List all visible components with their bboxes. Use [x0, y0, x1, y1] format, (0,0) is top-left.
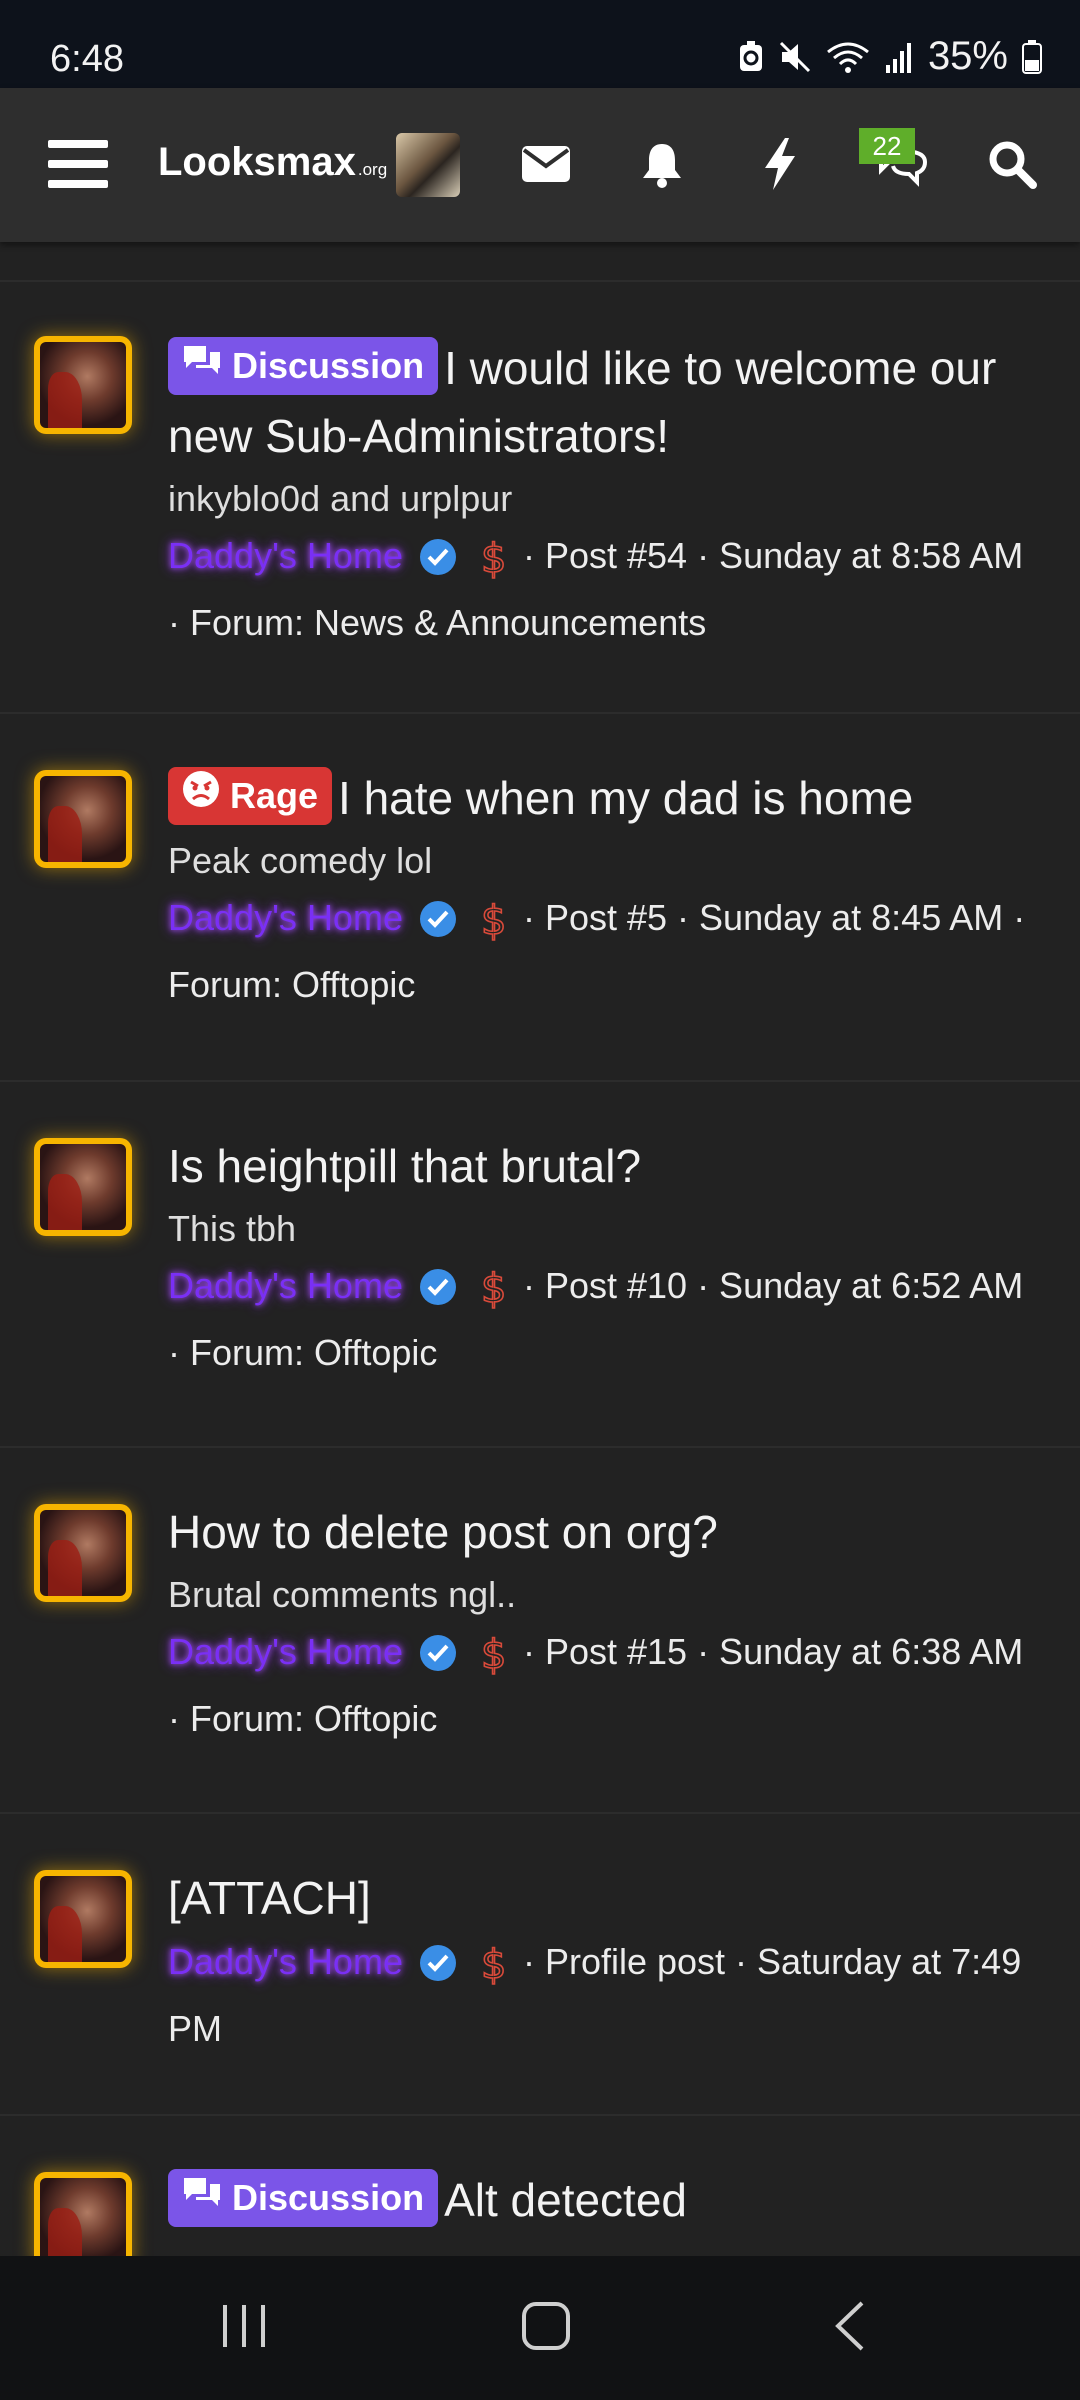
discussion-prefix-badge: Discussion — [168, 2169, 439, 2227]
verified-icon — [419, 1942, 457, 1997]
username-link[interactable]: Daddy's Home — [168, 535, 403, 576]
home-button[interactable] — [514, 2298, 578, 2358]
verified-icon — [419, 1632, 457, 1687]
discussion-prefix-badge: Discussion — [168, 337, 439, 395]
svg-text:$: $ — [481, 536, 506, 580]
battery-icon — [1022, 39, 1042, 74]
thread-title[interactable]: Is heightpill that brutal? — [168, 1132, 1040, 1200]
username-link[interactable]: Daddy's Home — [168, 897, 403, 938]
poster-avatar[interactable] — [40, 776, 126, 862]
feed-item-body: Is heightpill that brutal? This tbh Dadd… — [168, 1132, 1040, 1380]
dollar-icon: $ — [475, 534, 511, 595]
dollar-icon: $ — [475, 1940, 511, 2001]
user-avatar[interactable] — [396, 133, 460, 197]
feed-item[interactable]: Discussion I would like to welcome our n… — [0, 282, 1080, 714]
back-icon — [832, 2300, 868, 2357]
post-snippet: This tbh — [168, 1208, 297, 1249]
angry-face-icon — [182, 767, 220, 825]
battery-percent: 35% — [927, 34, 1008, 78]
thread-title-text: [ATTACH] — [168, 1872, 371, 1924]
app-header: Looksmax .org 22 — [0, 88, 1080, 242]
wifi-icon — [826, 40, 870, 74]
thread-title[interactable]: Rage I hate when my dad is home — [168, 764, 1040, 832]
poster-avatar[interactable] — [40, 1876, 126, 1962]
status-bar: 6:48 35% — [0, 0, 1080, 88]
svg-text:$: $ — [481, 1632, 506, 1676]
poster-avatar[interactable] — [40, 342, 126, 428]
recents-button[interactable] — [212, 2298, 276, 2358]
status-time: 6:48 — [50, 38, 124, 80]
search-button[interactable] — [980, 130, 1044, 202]
logo-suffix: .org — [357, 160, 388, 179]
status-icons: 35% — [738, 34, 1042, 79]
post-meta: Daddy's Home $ · Post #54 · Sunday at 8:58… — [168, 528, 1040, 650]
back-button[interactable] — [818, 2298, 882, 2358]
thread-title[interactable]: [ATTACH] — [168, 1864, 1040, 1932]
username-link[interactable]: Daddy's Home — [168, 1265, 403, 1306]
thread-title-text: How to delete post on org? — [168, 1506, 718, 1558]
mail-icon — [522, 145, 570, 187]
thread-title[interactable]: Discussion I would like to welcome our n… — [168, 334, 1040, 470]
post-snippet: Peak comedy lol — [168, 840, 433, 881]
thread-title[interactable]: How to delete post on org? — [168, 1498, 1040, 1566]
svg-text:$: $ — [481, 1266, 506, 1310]
system-nav-bar — [0, 2256, 1080, 2400]
dollar-icon: $ — [475, 896, 511, 957]
home-icon — [521, 2301, 571, 2356]
thread-title-text: Is heightpill that brutal? — [168, 1140, 642, 1192]
logo-text: Looksmax — [158, 140, 356, 184]
username-link[interactable]: Daddy's Home — [168, 1631, 403, 1672]
signal-icon — [884, 41, 914, 73]
feed-item[interactable]: Is heightpill that brutal? This tbh Dadd… — [0, 1082, 1080, 1448]
site-logo[interactable]: Looksmax .org — [158, 140, 387, 185]
thread-title-text: Alt detected — [444, 2174, 687, 2226]
prefix-label: Discussion — [232, 2177, 425, 2218]
mute-icon — [778, 40, 812, 74]
verified-icon — [419, 536, 457, 591]
prefix-label: Discussion — [232, 345, 425, 386]
dollar-icon: $ — [475, 1630, 511, 1691]
search-icon — [987, 139, 1037, 194]
post-meta: Daddy's Home $ · Profile post · Saturday a… — [168, 1934, 1040, 2056]
discussion-icon — [182, 2169, 222, 2227]
feed-item-body: How to delete post on org? Brutal commen… — [168, 1498, 1040, 1746]
inbox-button[interactable] — [514, 130, 578, 202]
thread-title[interactable]: Discussion Alt detected — [168, 2166, 1040, 2234]
thread-title-text: I hate when my dad is home — [338, 772, 914, 824]
bolt-icon — [763, 137, 797, 195]
alerts-button[interactable] — [630, 130, 694, 202]
svg-text:$: $ — [481, 898, 506, 942]
recents-icon — [219, 2303, 269, 2354]
prefix-label: Rage — [230, 775, 319, 816]
recycle-battery-icon — [738, 40, 764, 73]
feed-item[interactable]: How to delete post on org? Brutal commen… — [0, 1448, 1080, 1814]
dollar-icon: $ — [475, 1264, 511, 1325]
username-link[interactable]: Daddy's Home — [168, 1941, 403, 1982]
menu-button[interactable] — [40, 130, 116, 202]
poster-avatar[interactable] — [40, 1144, 126, 1230]
conversations-count-badge: 22 — [859, 128, 915, 164]
post-snippet: Brutal comments ngl.. — [168, 1574, 517, 1615]
post-meta: Daddy's Home $ · Post #5 · Sunday at 8:45 … — [168, 890, 1040, 1012]
bell-icon — [640, 140, 684, 193]
verified-icon — [419, 898, 457, 953]
rage-prefix-badge: Rage — [168, 767, 333, 825]
feed-item-body: [ATTACH] Daddy's Home $ · Profile post · S… — [168, 1864, 1040, 2056]
post-snippet: inkyblo0d and urplpur — [168, 478, 513, 519]
verified-icon — [419, 1266, 457, 1321]
post-meta: Daddy's Home $ · Post #10 · Sunday at 6:52… — [168, 1258, 1040, 1380]
activity-feed: Discussion I would like to welcome our n… — [0, 282, 1080, 2316]
feed-item-body: Rage I hate when my dad is home Peak com… — [168, 764, 1040, 1012]
poster-avatar[interactable] — [40, 1510, 126, 1596]
feed-item[interactable]: [ATTACH] Daddy's Home $ · Profile post · S… — [0, 1814, 1080, 2116]
discussion-icon — [182, 337, 222, 395]
menu-icon — [48, 138, 108, 195]
feed-item-body: Discussion I would like to welcome our n… — [168, 334, 1040, 650]
whats-new-button[interactable] — [748, 130, 812, 202]
poster-avatar[interactable] — [40, 2178, 126, 2264]
svg-text:$: $ — [481, 1942, 506, 1986]
feed-item[interactable]: Rage I hate when my dad is home Peak com… — [0, 714, 1080, 1082]
post-meta: Daddy's Home $ · Post #15 · Sunday at 6:38… — [168, 1624, 1040, 1746]
feed-item-body: Discussion Alt detected — [168, 2166, 1040, 2234]
